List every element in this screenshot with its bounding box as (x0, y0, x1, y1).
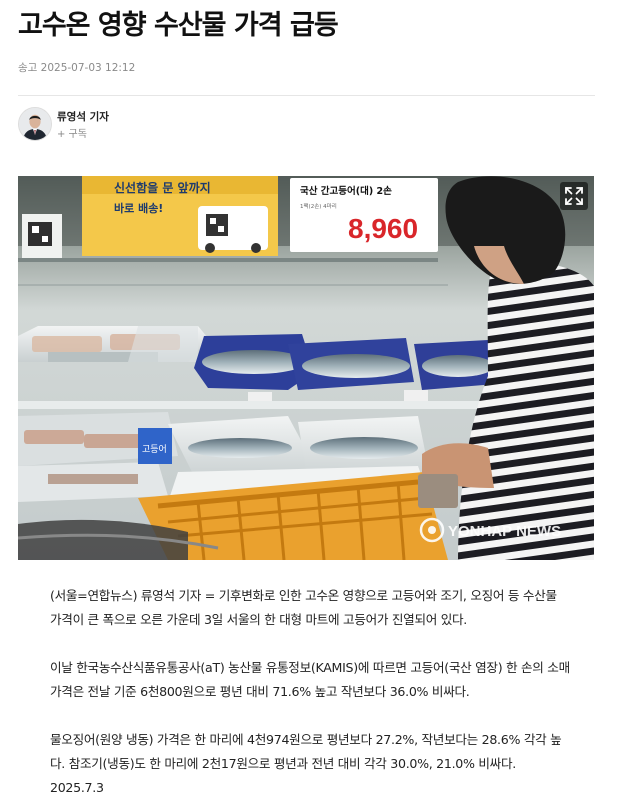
article-meta: 송고 2025-07-03 12:12 (18, 60, 135, 75)
delivery-banner: 신선함을 문 앞까지 바로 배송! (82, 176, 278, 256)
expand-icon (565, 187, 583, 205)
article-photo: 신선함을 문 앞까지 바로 배송! 국산 간고등어(대) 2손 1팩(2손) 4… (18, 176, 594, 560)
article-body: (서울=연합뉴스) 류영석 기자 = 기후변화로 인한 고수온 영향으로 고등어… (50, 584, 570, 800)
article-paragraph: 물오징어(원양 냉동) 가격은 한 마리에 4천974원으로 평년보다 27.2… (50, 728, 570, 800)
article-date: 2025.7.3 (50, 780, 104, 795)
publish-datetime: 2025-07-03 12:12 (40, 62, 136, 74)
price-card-sub: 1팩(2손) 4마리 (300, 202, 337, 210)
price-card-title: 국산 간고등어(대) 2손 (300, 185, 392, 197)
article-paragraph: (서울=연합뉴스) 류영석 기자 = 기후변화로 인한 고수온 영향으로 고등어… (50, 588, 557, 627)
article-paragraph: 이날 한국농수산식품유통공사(aT) 농산물 유통정보(KAMIS)에 따르면 … (50, 660, 570, 699)
subscribe-button[interactable]: + 구독 (57, 125, 87, 140)
article-headline: 고수온 영향 수산물 가격 급등 (18, 10, 339, 41)
reporter-photo (19, 108, 51, 140)
reporter-name[interactable]: 류영석 기자 (57, 109, 109, 124)
reporter-avatar[interactable] (18, 107, 52, 141)
price-card-price: 8,960 (348, 213, 418, 244)
article-paragraph-text: 물오징어(원양 냉동) 가격은 한 마리에 4천974원으로 평년보다 27.2… (50, 732, 562, 771)
expand-photo-button[interactable] (560, 182, 588, 210)
divider (18, 95, 595, 96)
delivery-banner-line2: 바로 배송! (114, 201, 163, 215)
meta-label: 송고 (18, 62, 38, 74)
delivery-banner-line1: 신선함을 문 앞까지 (114, 180, 211, 195)
price-card: 국산 간고등어(대) 2손 1팩(2손) 4마리 8,960 (290, 178, 438, 252)
blue-sign-text: 고등어 (142, 444, 167, 455)
watermark-text: YONHAP NEWS (448, 523, 561, 540)
